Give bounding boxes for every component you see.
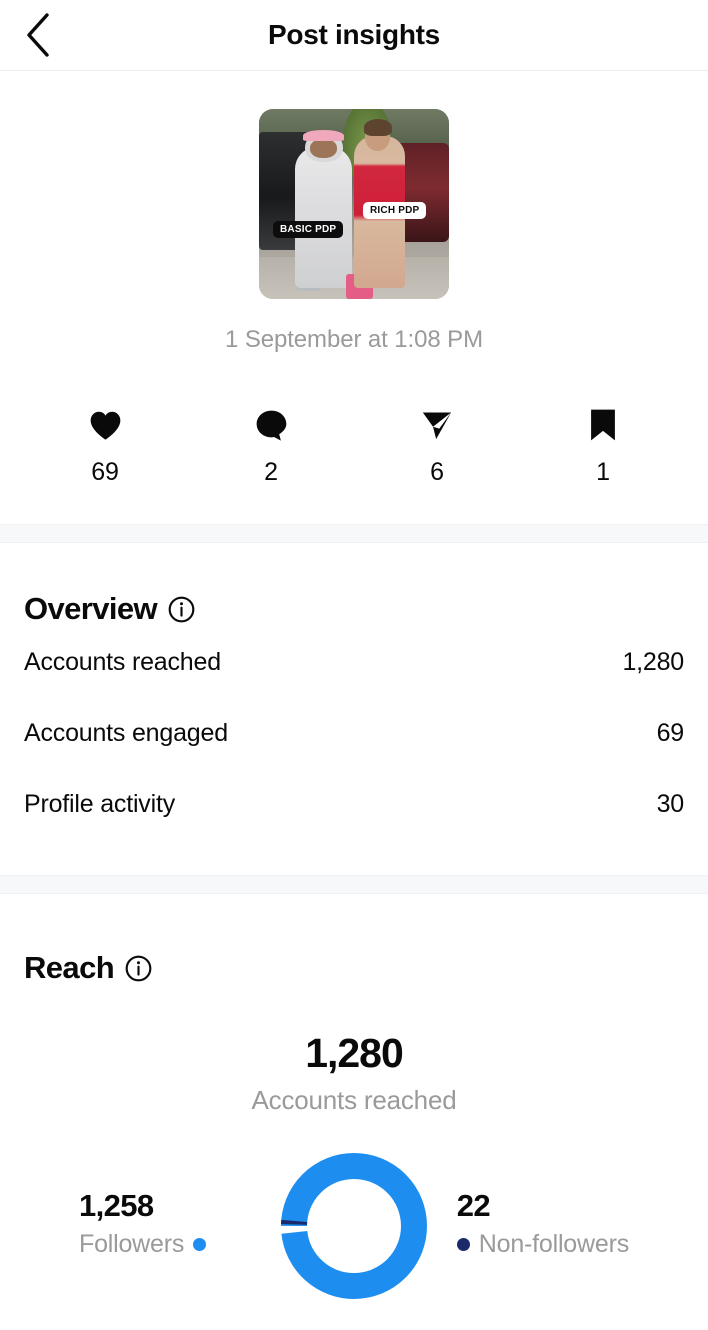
legend-dot-followers [193, 1238, 207, 1251]
post-thumbnail-wrap: BASIC PDP RICH PDP [0, 109, 708, 299]
legend-followers-label-wrap: Followers [79, 1230, 207, 1259]
metric-row-profile-activity[interactable]: Profile activity 30 [24, 769, 684, 840]
overview-header: Overview [24, 543, 684, 627]
reach-total-value: 1,280 [305, 1030, 404, 1076]
overview-section: Overview Accounts reached 1,280 Accounts… [0, 543, 708, 840]
thumbnail-person-left-cap [302, 129, 345, 142]
reach-title: Reach [24, 950, 115, 985]
post-thumbnail[interactable]: BASIC PDP RICH PDP [259, 109, 449, 299]
bookmark-icon [589, 406, 617, 444]
donut-svg [281, 1153, 427, 1299]
reach-header: Reach [24, 894, 684, 986]
legend-followers-label: Followers [79, 1230, 185, 1258]
thumbnail-person-right-hair [363, 118, 392, 136]
legend-followers-value: 1,258 [79, 1188, 154, 1223]
stat-comments: 2 [188, 406, 354, 487]
info-circle-icon[interactable] [168, 596, 195, 623]
stat-saves: 1 [520, 406, 686, 487]
metric-value: 69 [656, 719, 685, 747]
metric-value: 1,280 [622, 648, 684, 676]
legend-non-followers-label-wrap: Non-followers [456, 1230, 629, 1259]
section-divider-reach [0, 875, 708, 894]
stat-likes: 69 [22, 406, 188, 487]
thumbnail-person-left-face [310, 139, 337, 159]
metric-value: 30 [656, 790, 685, 818]
reach-donut-chart: 1,258 Followers 22 Non-followers [24, 1146, 684, 1299]
thumbnail-tag-rich: RICH PDP [363, 202, 427, 219]
stat-saves-value: 1 [596, 458, 610, 486]
app-header: Post insights [0, 0, 708, 71]
section-divider-overview [0, 524, 708, 543]
legend-non-followers-label: Non-followers [478, 1230, 629, 1258]
stat-shares: 6 [354, 406, 520, 487]
page-title: Post insights [268, 19, 440, 50]
post-date: 1 September at 1:08 PM [225, 326, 483, 353]
stat-likes-value: 69 [91, 458, 119, 486]
stat-comments-value: 2 [264, 458, 278, 486]
thumbnail-tag-basic: BASIC PDP [273, 221, 344, 238]
share-icon [420, 406, 454, 444]
back-button[interactable] [6, 0, 70, 70]
metric-label: Accounts reached [24, 648, 221, 676]
reach-total-label: Accounts reached [251, 1085, 457, 1115]
chevron-left-icon [24, 12, 52, 58]
legend-non-followers-value: 22 [456, 1188, 491, 1223]
heart-icon [89, 406, 122, 444]
post-insights-screen: Post insights BASIC PDP RICH PDP 1 Septe… [0, 0, 708, 1330]
stat-shares-value: 6 [430, 458, 444, 486]
reach-section: Reach 1,280 Accounts reached 1,258 Follo… [0, 894, 708, 1299]
metric-label: Accounts engaged [24, 719, 228, 747]
comment-icon [255, 406, 288, 444]
legend-followers: 1,258 Followers [79, 1188, 207, 1259]
metric-row-accounts-reached[interactable]: Accounts reached 1,280 [24, 627, 684, 698]
legend-dot-non-followers [456, 1238, 470, 1251]
post-summary: BASIC PDP RICH PDP 1 September at 1:08 P… [0, 71, 708, 487]
metric-row-accounts-engaged[interactable]: Accounts engaged 69 [24, 698, 684, 769]
info-circle-icon[interactable] [125, 955, 152, 982]
overview-title: Overview [24, 591, 158, 626]
donut-segment-followers [281, 1153, 427, 1299]
post-stats-row: 69 2 6 1 [0, 406, 708, 487]
thumbnail-person-left [295, 147, 353, 288]
metric-label: Profile activity [24, 790, 176, 818]
legend-non-followers: 22 Non-followers [456, 1188, 629, 1259]
